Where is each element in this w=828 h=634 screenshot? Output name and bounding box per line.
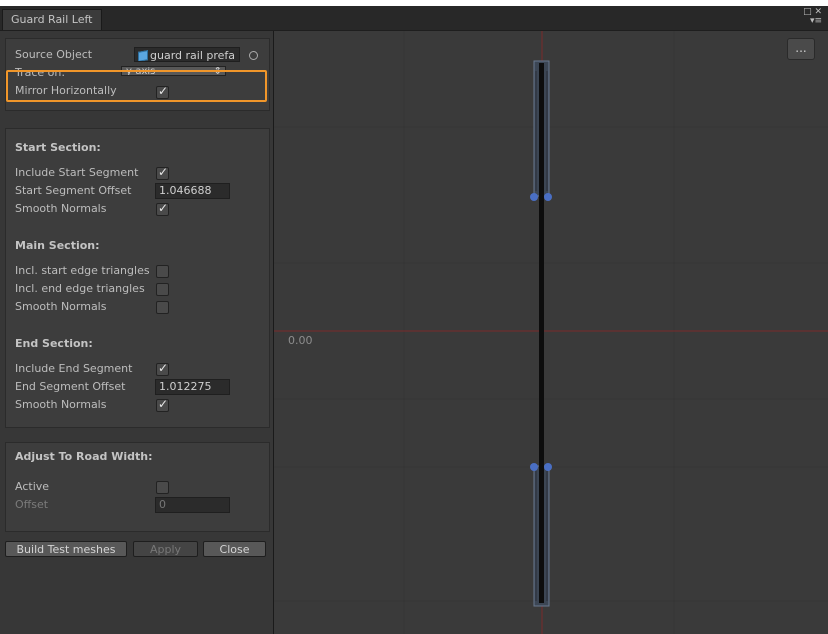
settings-panel: Source Object guard rail prefa Trace on:… [0,31,274,634]
include-end-segment-checkbox[interactable]: ✓ [156,361,169,376]
end-smooth-normals-checkbox[interactable]: ✓ [156,397,169,412]
main-segment-mesh [539,63,544,603]
build-test-meshes-button[interactable]: Build Test meshes [5,541,127,557]
road-width-box: Adjust To Road Width: Active Offset 0 [5,442,270,532]
check-icon: ✓ [158,397,169,411]
start-edge-triangles-checkbox[interactable] [156,265,169,278]
road-offset-label: Offset [15,498,49,511]
object-picker-icon[interactable] [249,51,258,60]
mesh-preview-viewport[interactable]: 0.00 ... [274,31,828,634]
check-icon: ✓ [158,361,169,375]
main-smooth-normals-checkbox[interactable] [156,301,169,314]
start-segment-offset-input[interactable]: 1.046688 [155,183,230,199]
start-segment-offset-label: Start Segment Offset [15,184,132,197]
grid-lines [274,31,828,634]
button-row: Build Test meshes Apply Close [0,541,273,559]
window-controls: □ ✕ ▾≡ [803,8,822,26]
apply-button[interactable]: Apply [133,541,198,557]
highlight-frame [6,70,267,102]
include-start-segment-checkbox[interactable]: ✓ [156,165,169,180]
end-handle-left[interactable] [530,463,538,471]
start-section-title: Start Section: [15,141,101,154]
check-icon: ✓ [158,165,169,179]
end-segment-offset-input[interactable]: 1.012275 [155,379,230,395]
main-smooth-normals-label: Smooth Normals [15,300,107,313]
prefab-cube-icon [138,50,148,61]
active-checkbox[interactable] [156,481,169,494]
start-edge-triangles-label: Incl. start edge triangles [15,264,150,277]
axis-zero-label: 0.00 [288,334,313,347]
sections-box: Start Section: Include Start Segment ✓ S… [5,128,270,428]
end-edge-triangles-checkbox[interactable] [156,283,169,296]
start-handle-left[interactable] [530,193,538,201]
check-icon: ✓ [158,201,169,215]
source-object-value: guard rail prefa [150,49,236,62]
source-object-field[interactable]: guard rail prefa [134,47,240,62]
tab-bar: Guard Rail Left □ ✕ ▾≡ [0,6,828,31]
main-section-title: Main Section: [15,239,100,252]
start-smooth-normals-checkbox[interactable]: ✓ [156,201,169,216]
end-smooth-normals-label: Smooth Normals [15,398,107,411]
grid-canvas [274,31,828,634]
end-edge-triangles-label: Incl. end edge triangles [15,282,145,295]
close-button[interactable]: Close [203,541,266,557]
end-segment-offset-label: End Segment Offset [15,380,126,393]
start-smooth-normals-label: Smooth Normals [15,202,107,215]
end-section-title: End Section: [15,337,93,350]
end-handle-right[interactable] [544,463,552,471]
active-label: Active [15,480,50,493]
menu-icon[interactable]: ▾≡ [803,17,822,26]
road-width-title: Adjust To Road Width: [15,450,153,463]
include-end-segment-label: Include End Segment [15,362,133,375]
source-object-label: Source Object [15,48,93,61]
start-handle-right[interactable] [544,193,552,201]
include-start-segment-label: Include Start Segment [15,166,139,179]
more-options-button[interactable]: ... [787,38,815,60]
tab-guard-rail-left[interactable]: Guard Rail Left [2,9,102,30]
road-offset-input: 0 [155,497,230,513]
